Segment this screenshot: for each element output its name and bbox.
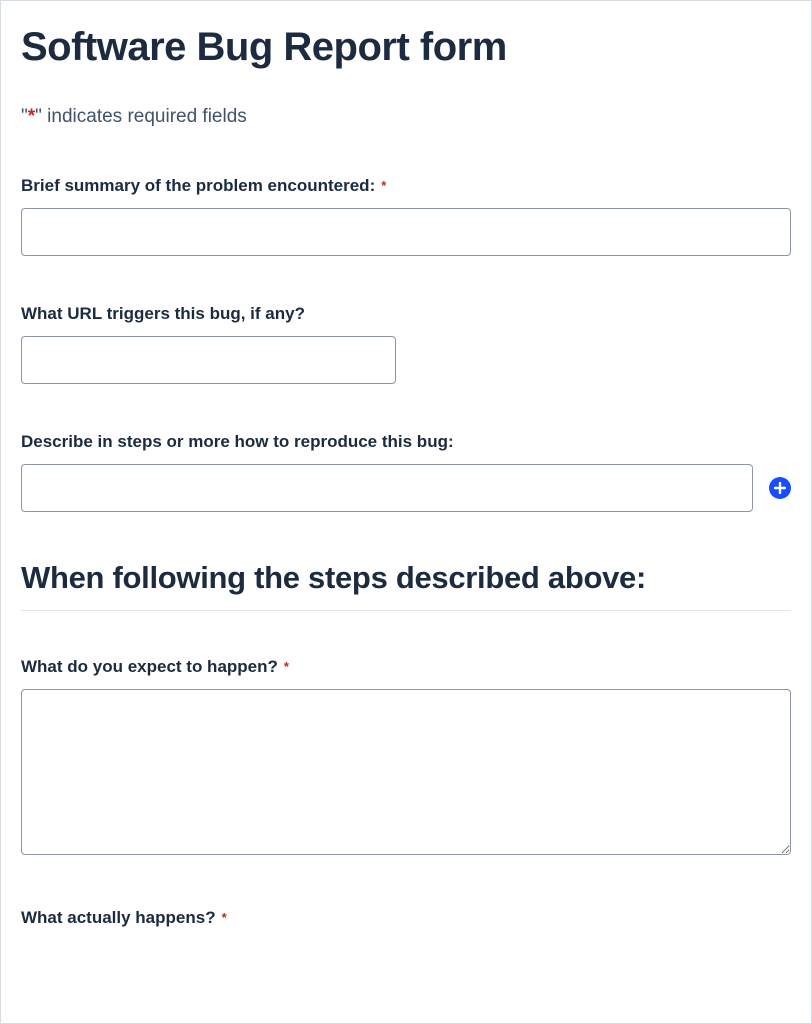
steps-input[interactable] [21, 464, 753, 512]
field-expect: What do you expect to happen? * [21, 657, 791, 860]
expect-label-text: What do you expect to happen? [21, 657, 278, 676]
summary-input[interactable] [21, 208, 791, 256]
steps-label: Describe in steps or more how to reprodu… [21, 432, 791, 452]
required-fields-note: "*" indicates required fields [21, 106, 791, 128]
url-label: What URL triggers this bug, if any? [21, 304, 791, 324]
required-note-prefix: " [21, 106, 28, 127]
actual-label: What actually happens? * [21, 908, 791, 928]
bug-report-form: Software Bug Report form "*" indicates r… [0, 0, 812, 1024]
required-mark: * [284, 659, 289, 674]
required-mark: * [381, 178, 386, 193]
steps-row [21, 464, 791, 512]
expect-textarea[interactable] [21, 689, 791, 855]
actual-label-text: What actually happens? [21, 908, 216, 927]
summary-label-text: Brief summary of the problem encountered… [21, 176, 375, 195]
summary-label: Brief summary of the problem encountered… [21, 176, 791, 196]
field-steps: Describe in steps or more how to reprodu… [21, 432, 791, 512]
steps-label-text: Describe in steps or more how to reprodu… [21, 432, 454, 451]
field-url: What URL triggers this bug, if any? [21, 304, 791, 384]
required-note-suffix: " indicates required fields [35, 106, 247, 127]
expect-label: What do you expect to happen? * [21, 657, 791, 677]
field-actual: What actually happens? * [21, 908, 791, 928]
field-summary: Brief summary of the problem encountered… [21, 176, 791, 256]
section-divider [21, 610, 791, 611]
plus-icon [774, 482, 786, 494]
url-input[interactable] [21, 336, 396, 384]
page-title: Software Bug Report form [21, 25, 791, 70]
section-heading: When following the steps described above… [21, 560, 791, 596]
url-label-text: What URL triggers this bug, if any? [21, 304, 305, 323]
required-mark: * [222, 910, 227, 925]
add-step-button[interactable] [769, 477, 791, 499]
